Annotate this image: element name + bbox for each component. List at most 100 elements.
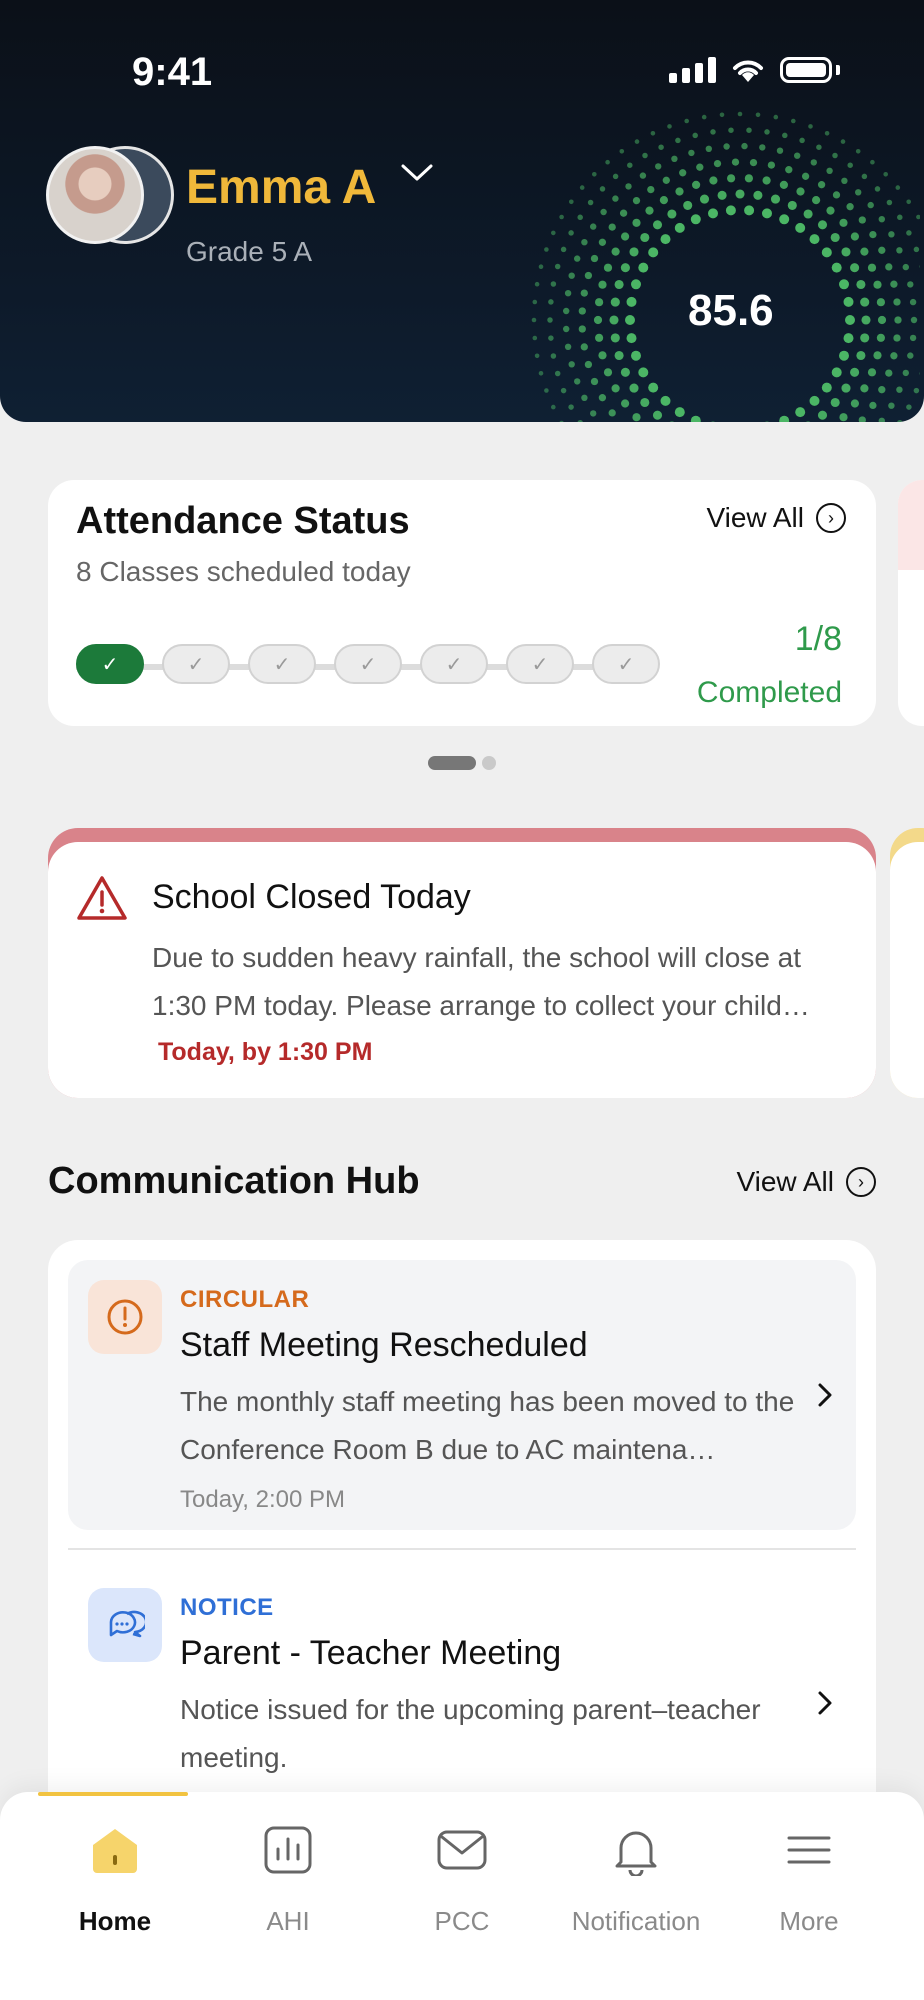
ring-dot [794,152,801,159]
ring-dot [688,149,695,157]
ring-dot [551,230,556,236]
next-alert-peek[interactable] [890,828,924,1098]
ring-dot [906,404,912,410]
ring-dot [548,299,554,305]
ring-dot [845,315,855,325]
next-card-peek[interactable] [898,480,924,726]
pager-dot-active[interactable] [428,756,476,770]
ring-dot [773,114,779,120]
ring-dot [741,142,748,150]
attendance-card: Attendance Status 8 Classes scheduled to… [48,480,876,726]
ring-dot [564,343,572,350]
ring-dot [810,159,817,166]
ring-dot [675,187,684,196]
chevron-down-icon[interactable] [400,162,434,184]
ring-dot [799,137,805,144]
class-pill-pending: ✓ [420,644,488,684]
ring-dot [581,239,588,246]
ring-dot [699,194,710,204]
ring-dot [620,263,630,273]
ring-dot [609,315,619,325]
ring-dot [870,159,875,165]
ring-dot [598,238,607,246]
warning-icon [77,876,127,920]
ring-dot [856,279,866,290]
ring-dot [645,206,654,215]
ring-dot [896,386,903,393]
ring-dot [909,334,917,342]
ring-dot [592,172,597,177]
ring-dot [611,247,620,256]
ring-dot [631,279,641,290]
class-pill-pending: ✓ [506,644,574,684]
tab-home[interactable]: Home [28,1822,202,1937]
ring-dot [907,281,914,288]
ring-dot [632,196,641,205]
tab-more[interactable]: More [722,1822,896,1937]
ring-dot [787,200,797,210]
chevron-right-icon [818,1383,832,1407]
ring-dot [667,124,672,129]
ring-dot [861,315,871,325]
ring-dot [767,161,776,169]
ring-dot [614,279,624,290]
ring-dot [554,263,561,270]
ring-dot [906,230,912,236]
ring-dot [600,208,607,216]
ring-dot [717,190,727,200]
status-time: 9:41 [132,50,213,94]
message-title: Parent - Teacher Meeting [180,1634,562,1672]
ring-dot [667,209,677,219]
school-closed-alert[interactable]: School Closed Today Due to sudden heavy … [48,842,876,1098]
ring-dot [897,214,903,221]
ring-dot [660,395,671,406]
ring-dot [631,350,641,361]
arrow-right-circle-icon: › [846,1167,876,1197]
ring-dot [909,298,917,306]
attendance-view-all-button[interactable]: View All › [706,502,846,534]
ring-dot [809,234,820,245]
cellular-signal-icon [669,57,716,83]
ring-dot [839,413,848,422]
ring-dot [621,399,630,408]
ring-dot [611,384,620,393]
tab-notification[interactable]: Notification [549,1822,723,1937]
ring-dot [679,169,687,177]
ring-dot [885,369,893,377]
student-avatar-switcher[interactable] [46,146,174,244]
ring-dot [719,112,725,118]
ring-dot [902,369,909,377]
ring-dot [652,410,663,420]
ring-dot [795,407,806,418]
student-name[interactable]: Emma A [186,160,376,215]
pager-dot[interactable] [482,756,496,770]
ring-dot [547,317,553,323]
ring-dot [896,247,903,254]
ring-dot [867,263,877,272]
ring-dot [669,421,675,422]
tab-pcc[interactable]: PCC [375,1822,549,1937]
ring-dot [577,214,583,221]
tab-label: Home [78,1906,152,1936]
ring-dot [762,208,772,219]
ring-dot [850,399,859,408]
ring-dot [873,280,882,289]
ring-dot [709,176,718,185]
ring-dot [560,387,567,394]
ring-dot [888,402,895,409]
ring-dot [878,386,886,394]
message-item[interactable]: CIRCULAR Staff Meeting Rescheduled The m… [68,1260,856,1530]
ring-dot [876,298,885,307]
ring-dot [619,209,628,217]
hub-view-all-button[interactable]: View All › [736,1166,876,1198]
ring-dot [608,409,616,417]
alert-time: Today, by 1:30 PM [158,1038,373,1066]
ring-dot [569,199,574,205]
ring-dot [841,383,851,393]
class-pill-pending: ✓ [592,644,660,684]
ring-dot [560,246,567,253]
ring-dot [906,199,911,205]
tab-ahi[interactable]: AHI [201,1822,375,1937]
ring-dot [776,147,784,154]
ring-dot [639,172,647,179]
